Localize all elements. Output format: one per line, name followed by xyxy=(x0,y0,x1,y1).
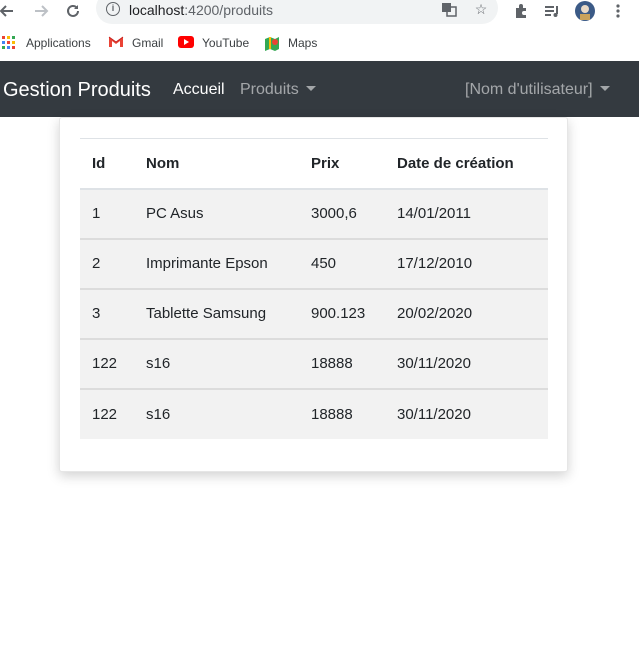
bookmark-applications[interactable]: Applications xyxy=(2,34,91,52)
cell-prix: 3000,6 xyxy=(299,187,385,239)
bookmark-star-icon[interactable]: ☆ xyxy=(472,1,490,17)
bookmarks-bar: Applications Gmail YouTube Maps xyxy=(0,30,639,54)
table-row: 1 PC Asus 3000,6 14/01/2011 xyxy=(80,187,548,239)
profile-avatar[interactable] xyxy=(574,0,596,22)
products-table: Id Nom Prix Date de création 1 PC Asus 3… xyxy=(80,138,548,439)
column-header-id: Id xyxy=(80,138,134,189)
table-row: 2 Imprimante Epson 450 17/12/2010 xyxy=(80,237,548,289)
bookmark-maps[interactable]: Maps xyxy=(264,34,317,52)
cell-date: 20/02/2020 xyxy=(385,287,548,339)
nav-dropdown-produits[interactable]: Produits xyxy=(240,81,316,99)
column-header-date: Date de création xyxy=(385,138,548,189)
cell-id: 1 xyxy=(80,187,134,239)
bookmark-gmail[interactable]: Gmail xyxy=(108,34,163,52)
cell-prix: 450 xyxy=(299,237,385,289)
browser-toolbar: i localhost:4200/produits ☆ xyxy=(0,0,639,24)
apps-grid-icon xyxy=(2,36,18,50)
address-bar[interactable]: i localhost:4200/produits ☆ xyxy=(96,0,498,24)
forward-arrow-icon[interactable] xyxy=(30,0,52,22)
cell-nom: s16 xyxy=(134,337,299,389)
browser-menu-icon[interactable] xyxy=(607,0,629,22)
bookmark-youtube[interactable]: YouTube xyxy=(178,34,249,52)
bookmark-label: YouTube xyxy=(202,36,250,50)
products-card: Id Nom Prix Date de création 1 PC Asus 3… xyxy=(59,117,568,472)
table-row: 122 s16 18888 30/11/2020 xyxy=(80,337,548,389)
cell-date: 30/11/2020 xyxy=(385,387,548,439)
table-row: 3 Tablette Samsung 900.123 20/02/2020 xyxy=(80,287,548,339)
url-text[interactable]: localhost:4200/produits xyxy=(129,2,273,18)
cell-id: 3 xyxy=(80,287,134,339)
cell-nom: Tablette Samsung xyxy=(134,287,299,339)
user-name-label: [Nom d'utilisateur] xyxy=(465,81,593,98)
cell-nom: PC Asus xyxy=(134,187,299,239)
bookmark-label: Maps xyxy=(288,36,318,50)
column-header-prix: Prix xyxy=(299,138,385,189)
site-info-icon[interactable]: i xyxy=(106,2,120,16)
cell-date: 17/12/2010 xyxy=(385,237,548,289)
bookmark-label: Gmail xyxy=(132,36,164,50)
user-dropdown[interactable]: [Nom d'utilisateur] xyxy=(465,81,610,99)
youtube-icon xyxy=(178,36,194,50)
cell-id: 122 xyxy=(80,387,134,439)
brand-title[interactable]: Gestion Produits xyxy=(3,79,151,102)
table-row: 122 s16 18888 30/11/2020 xyxy=(80,387,548,439)
translate-icon[interactable] xyxy=(440,1,458,17)
maps-icon xyxy=(264,36,280,51)
cell-prix: 900.123 xyxy=(299,287,385,339)
app-navbar: Gestion Produits Accueil Produits [Nom d… xyxy=(0,61,639,117)
table-header-row: Id Nom Prix Date de création xyxy=(80,138,548,189)
cell-date: 30/11/2020 xyxy=(385,337,548,389)
media-queue-icon[interactable] xyxy=(541,0,563,22)
cell-date: 14/01/2011 xyxy=(385,187,548,239)
reload-icon[interactable] xyxy=(62,0,84,22)
bookmark-label: Applications xyxy=(26,36,91,50)
nav-link-accueil[interactable]: Accueil xyxy=(173,81,225,99)
column-header-nom: Nom xyxy=(134,138,299,189)
nav-dropdown-label: Produits xyxy=(240,81,299,98)
extensions-icon[interactable] xyxy=(510,0,532,22)
gmail-icon xyxy=(108,36,124,50)
cell-nom: s16 xyxy=(134,387,299,439)
cell-id: 2 xyxy=(80,237,134,289)
cell-prix: 18888 xyxy=(299,337,385,389)
cell-id: 122 xyxy=(80,337,134,389)
cell-prix: 18888 xyxy=(299,387,385,439)
cell-nom: Imprimante Epson xyxy=(134,237,299,289)
caret-down-icon xyxy=(599,86,610,91)
back-arrow-icon[interactable] xyxy=(0,0,18,22)
caret-down-icon xyxy=(305,86,316,91)
